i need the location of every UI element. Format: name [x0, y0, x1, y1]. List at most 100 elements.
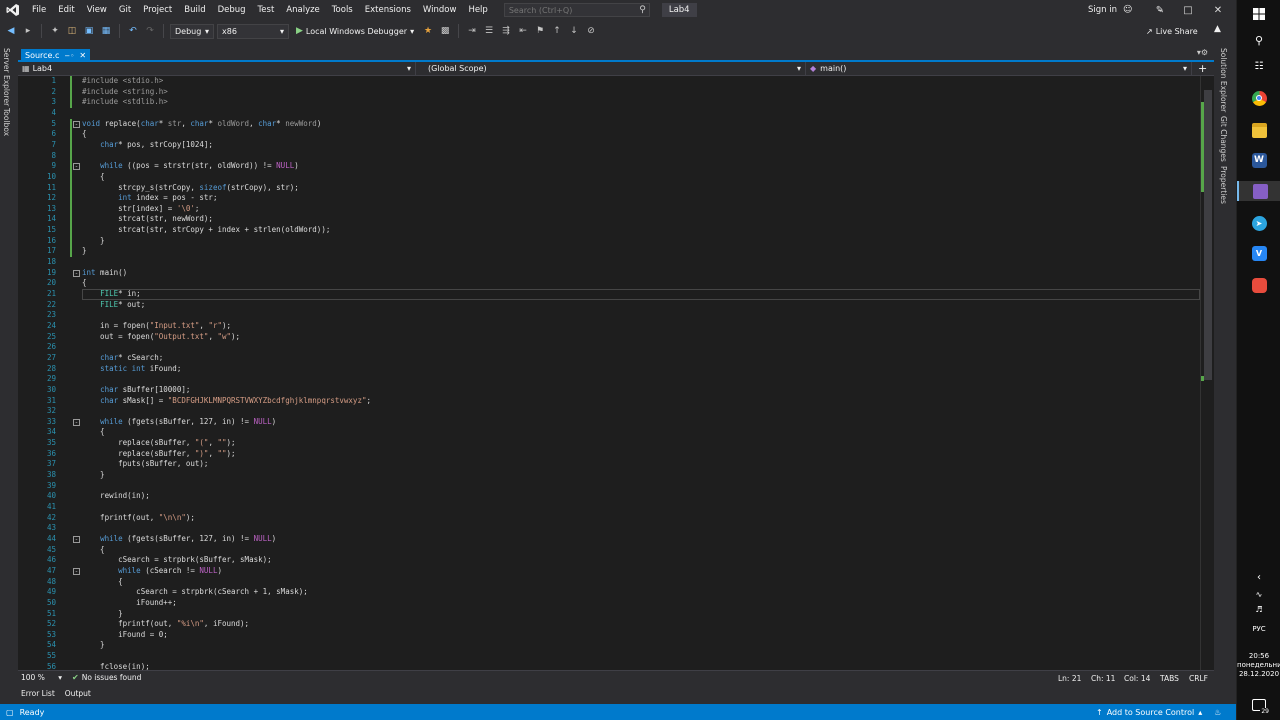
- project-dropdown[interactable]: ▦ Lab4 ▾: [18, 61, 416, 76]
- code-line[interactable]: rewind(in);: [82, 491, 150, 502]
- code-line[interactable]: out = fopen("Output.txt", "w");: [82, 332, 240, 343]
- search-icon[interactable]: ⚲: [639, 5, 646, 15]
- code-line[interactable]: fprintf(out, "%i\n", iFound);: [82, 619, 249, 630]
- code-line[interactable]: char* cSearch;: [82, 353, 163, 364]
- zoom-dropdown[interactable]: 100 % ▾: [18, 673, 66, 682]
- collapse-icon[interactable]: -: [73, 418, 80, 426]
- menu-git[interactable]: Git: [113, 0, 137, 20]
- git-changes-tab[interactable]: Git Changes: [1219, 116, 1228, 162]
- toolbox-tab[interactable]: Toolbox: [2, 108, 11, 136]
- file-explorer-icon[interactable]: [1237, 121, 1280, 139]
- line-indicator[interactable]: Ln: 21: [1058, 674, 1081, 683]
- save-all-icon[interactable]: ▦: [99, 24, 113, 38]
- visual-studio-logo-icon[interactable]: [0, 0, 26, 20]
- indent-icon[interactable]: ⇶: [499, 24, 513, 38]
- pin-icon[interactable]: −◦: [64, 52, 74, 60]
- member-dropdown[interactable]: ◆ main() ▾: [806, 61, 1192, 76]
- volume-icon[interactable]: ♬: [1237, 603, 1280, 615]
- tab-output[interactable]: Output: [62, 689, 94, 698]
- code-line[interactable]: FILE* out;: [82, 300, 145, 311]
- code-line[interactable]: strcat(str, strCopy + index + strlen(old…: [82, 225, 330, 236]
- menu-window[interactable]: Window: [417, 0, 463, 20]
- code-line[interactable]: #include <stdio.h>: [82, 76, 163, 87]
- code-line[interactable]: }: [82, 470, 105, 481]
- chevron-left-icon[interactable]: ‹: [1237, 570, 1280, 584]
- undo-icon[interactable]: ↶: [126, 24, 140, 38]
- column-indicator[interactable]: Col: 14: [1124, 674, 1150, 683]
- collapse-icon[interactable]: -: [73, 163, 80, 171]
- code-line[interactable]: iFound = 0;: [82, 630, 168, 641]
- start-debugging-button[interactable]: ▶ Local Windows Debugger ▾: [292, 26, 418, 36]
- new-project-icon[interactable]: ✦: [48, 24, 62, 38]
- code-line[interactable]: }: [82, 246, 87, 257]
- code-line[interactable]: fclose(in);: [82, 662, 150, 670]
- code-line[interactable]: cSearch = strpbrk(sBuffer, sMask);: [82, 555, 272, 566]
- code-line[interactable]: fputs(sBuffer, out);: [82, 459, 208, 470]
- code-line[interactable]: static int iFound;: [82, 364, 181, 375]
- menu-extensions[interactable]: Extensions: [359, 0, 417, 20]
- menu-help[interactable]: Help: [462, 0, 493, 20]
- search-box[interactable]: ⚲: [503, 3, 650, 17]
- code-line[interactable]: void replace(char* str, char* oldWord, c…: [82, 119, 321, 130]
- code-line[interactable]: {: [82, 545, 105, 556]
- line-ending-indicator[interactable]: CRLF: [1189, 674, 1208, 683]
- prev-bookmark-icon[interactable]: ↑: [550, 24, 564, 38]
- code-line[interactable]: in = fopen("Input.txt", "r");: [82, 321, 231, 332]
- scrollbar-thumb[interactable]: [1204, 90, 1212, 380]
- code-line[interactable]: while (cSearch != NULL): [82, 566, 222, 577]
- network-icon[interactable]: ∿: [1237, 588, 1280, 600]
- platform-dropdown[interactable]: x86 ▾: [217, 23, 289, 39]
- split-add-icon[interactable]: +: [1198, 62, 1207, 75]
- menu-file[interactable]: File: [26, 0, 52, 20]
- tab-error-list[interactable]: Error List: [18, 689, 58, 698]
- browse-icon[interactable]: ▩: [438, 24, 452, 38]
- code-line[interactable]: {: [82, 278, 87, 289]
- issues-indicator[interactable]: ✔ No issues found: [72, 673, 141, 682]
- code-line[interactable]: char sMask[] = "BCDFGHJKLMNPQRSTVWXYZbcd…: [82, 396, 371, 407]
- bookmark-icon[interactable]: ⚑: [533, 24, 547, 38]
- add-to-source-control[interactable]: ↑ Add to Source Control ▴ ♨: [1096, 704, 1221, 720]
- telegram-icon[interactable]: ➤: [1237, 214, 1280, 232]
- code-line[interactable]: {: [82, 577, 123, 588]
- configuration-dropdown[interactable]: Debug ▾: [170, 23, 214, 39]
- server-explorer-tab[interactable]: Server Explorer: [2, 48, 11, 106]
- word-icon[interactable]: W: [1237, 151, 1280, 169]
- format-icon[interactable]: ☰: [482, 24, 496, 38]
- minimize-button[interactable]: –: [1146, 0, 1174, 20]
- chrome-icon[interactable]: [1237, 89, 1280, 107]
- windows-start-icon[interactable]: [1237, 6, 1280, 22]
- code-line[interactable]: char sBuffer[10000];: [82, 385, 190, 396]
- code-line[interactable]: fprintf(out, "\n\n");: [82, 513, 195, 524]
- search-input[interactable]: [508, 5, 619, 15]
- back-icon[interactable]: ◀: [4, 24, 18, 38]
- maximize-button[interactable]: □: [1174, 0, 1202, 20]
- save-icon[interactable]: ▣: [82, 24, 96, 38]
- code-line[interactable]: char* pos, strCopy[1024];: [82, 140, 213, 151]
- vertical-scrollbar[interactable]: [1200, 76, 1214, 670]
- code-line[interactable]: while ((pos = strstr(str, oldWord)) != N…: [82, 161, 299, 172]
- code-line[interactable]: }: [82, 236, 105, 247]
- notifications-icon[interactable]: ♨: [1214, 708, 1221, 717]
- account-icon[interactable]: ☺: [1123, 5, 1132, 15]
- outdent-icon[interactable]: ⇤: [516, 24, 530, 38]
- code-line[interactable]: while (fgets(sBuffer, 127, in) != NULL): [82, 534, 276, 545]
- code-line[interactable]: int main(): [82, 268, 127, 279]
- properties-tab[interactable]: Properties: [1219, 166, 1228, 204]
- menu-tools[interactable]: Tools: [326, 0, 359, 20]
- forward-icon[interactable]: ▸: [21, 24, 35, 38]
- code-line[interactable]: {: [82, 427, 105, 438]
- code-line[interactable]: while (fgets(sBuffer, 127, in) != NULL): [82, 417, 276, 428]
- code-line[interactable]: strcat(str, newWord);: [82, 214, 213, 225]
- live-share-button[interactable]: ↗ Live Share: [1146, 20, 1198, 42]
- message-icon[interactable]: ▢: [6, 708, 14, 717]
- search-icon[interactable]: ⚲: [1237, 32, 1280, 48]
- solution-explorer-tab[interactable]: Solution Explorer: [1219, 48, 1228, 112]
- scope-dropdown[interactable]: (Global Scope) ▾: [416, 61, 806, 76]
- code-line[interactable]: #include <string.h>: [82, 87, 168, 98]
- menu-edit[interactable]: Edit: [52, 0, 80, 20]
- indent-indicator[interactable]: TABS: [1160, 674, 1179, 683]
- menu-build[interactable]: Build: [178, 0, 211, 20]
- code-line[interactable]: }: [82, 640, 105, 651]
- tab-source-c[interactable]: Source.c −◦ ✕: [21, 49, 91, 62]
- hot-reload-icon[interactable]: ★: [421, 24, 435, 38]
